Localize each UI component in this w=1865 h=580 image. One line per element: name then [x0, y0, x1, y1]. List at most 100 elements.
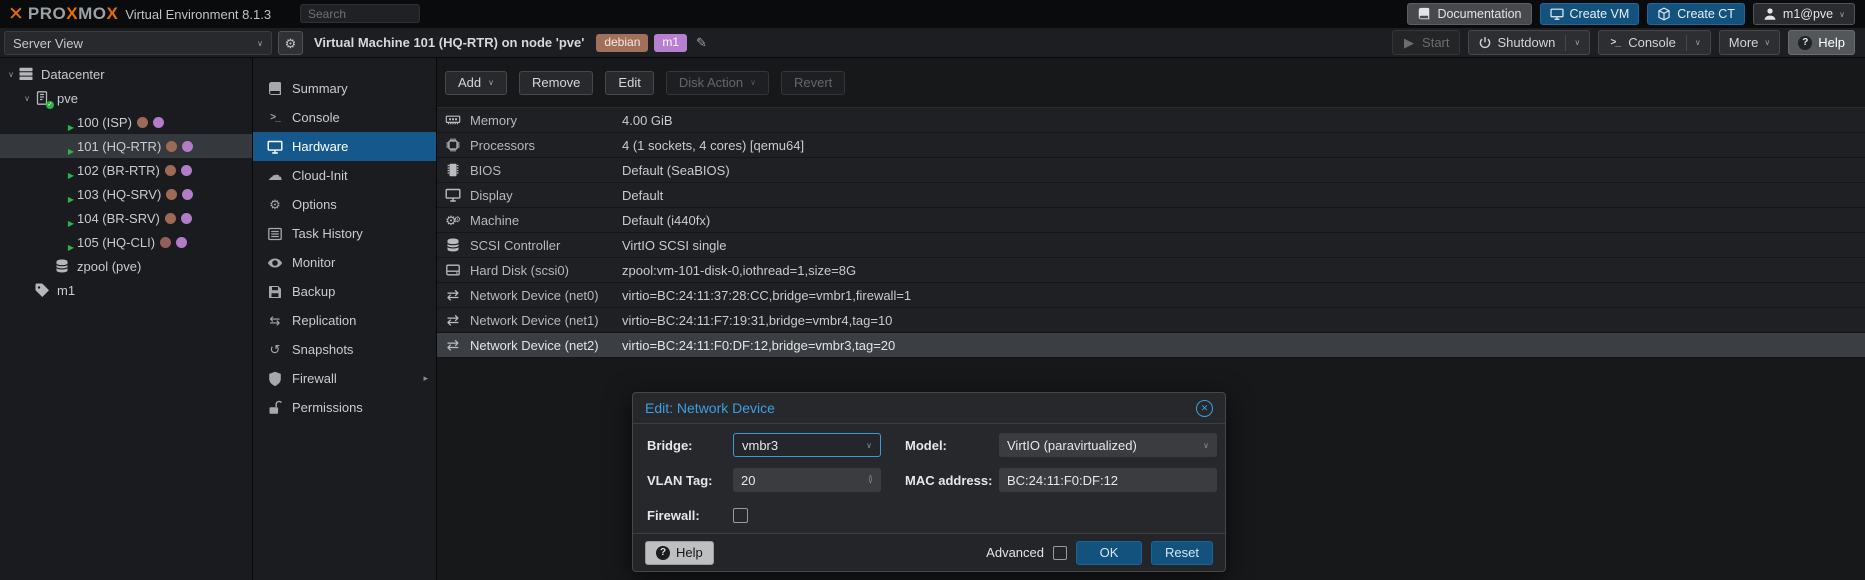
proxmox-app: ✕ PROXMOX Virtual Environment 8.1.3 Docu…	[0, 0, 1865, 580]
edit-tags-pencil-icon[interactable]: ✎	[696, 35, 707, 51]
vlan-tag-label: VLAN Tag:	[647, 473, 733, 488]
hardware-row-label: Processors	[470, 138, 535, 153]
tree-item-m1[interactable]: m1	[0, 278, 252, 302]
hardware-row-scsi-controller[interactable]: SCSI ControllerVirtIO SCSI single	[437, 233, 1865, 258]
vm-icon: ▶	[54, 234, 70, 250]
tree-item-102-br-rtr[interactable]: ▶102 (BR-RTR)	[0, 158, 252, 182]
hardware-row-network-device-net1[interactable]: ⇄Network Device (net1)virtio=BC:24:11:F7…	[437, 308, 1865, 333]
options-icon: ⚙	[267, 197, 283, 213]
menu-item-monitor[interactable]: Monitor	[253, 248, 436, 277]
hardware-row-label: Memory	[470, 113, 517, 128]
search-input[interactable]	[300, 4, 420, 23]
menu-item-cloud-init[interactable]: ☁Cloud-Init	[253, 161, 436, 190]
hardware-row-value: 4 (1 sockets, 4 cores) [qemu64]	[622, 138, 1865, 153]
tree-expander-icon[interactable]: ∨	[4, 70, 18, 79]
tree-item-105-hq-cli[interactable]: ▶ 105 (HQ-CLI)	[0, 230, 252, 254]
menu-item-label: Backup	[292, 284, 335, 299]
toolbar-button-revert[interactable]: Revert	[781, 71, 845, 95]
menu-item-hardware[interactable]: Hardware	[253, 132, 436, 161]
topbar-button-m1-pve[interactable]: m1@pve∨	[1753, 3, 1855, 25]
menu-item-snapshots[interactable]: ↺Snapshots	[253, 335, 436, 364]
reset-button[interactable]: Reset	[1151, 541, 1213, 565]
model-combobox[interactable]: VirtIO (paravirtualized) ∨	[999, 433, 1217, 457]
tree-item-label: 105 (HQ-CLI)	[77, 235, 155, 250]
hardware-row-value: Default	[622, 188, 1865, 203]
menu-item-label: Firewall	[292, 371, 337, 386]
hardware-row-value: virtio=BC:24:11:F7:19:31,bridge=vmbr4,ta…	[622, 313, 1865, 328]
tree-expander-icon[interactable]: ∨	[20, 94, 34, 103]
tag-dot	[182, 141, 193, 152]
hardware-row-network-device-net0[interactable]: ⇄Network Device (net0)virtio=BC:24:11:37…	[437, 283, 1865, 308]
vlan-tag-spinner[interactable]: 20 ∧∨	[733, 468, 881, 492]
firewall-checkbox[interactable]	[733, 508, 748, 523]
tree-settings-button[interactable]: ⚙	[278, 31, 303, 55]
view-selector-dropdown[interactable]: Server View ∨	[4, 31, 272, 55]
action-button-shutdown[interactable]: Shutdown∨	[1468, 30, 1591, 55]
advanced-checkbox[interactable]	[1053, 546, 1067, 560]
mac-address-input[interactable]: BC:24:11:F0:DF:12	[999, 468, 1217, 492]
action-button-start[interactable]: ▶Start	[1392, 30, 1459, 55]
processors-icon	[445, 137, 461, 153]
menu-item-label: Hardware	[292, 139, 348, 154]
tree-item-100-isp[interactable]: ▶100 (ISP)	[0, 110, 252, 134]
tree-item-104-br-srv[interactable]: ▶104 (BR-SRV)	[0, 206, 252, 230]
tree-item-pve[interactable]: ∨✓pve	[0, 86, 252, 110]
hardware-row-value: Default (SeaBIOS)	[622, 163, 1865, 178]
menu-item-label: Console	[292, 110, 340, 125]
menu-item-summary[interactable]: Summary	[253, 74, 436, 103]
hardware-row-hard-disk-scsi0[interactable]: Hard Disk (scsi0)zpool:vm-101-disk-0,iot…	[437, 258, 1865, 283]
hardware-row-memory[interactable]: Memory4.00 GiB	[437, 108, 1865, 133]
version-text: Virtual Environment 8.1.3	[125, 7, 271, 22]
sub-header: Server View ∨ ⚙ Virtual Machine 101 (HQ-…	[0, 28, 1865, 58]
close-icon[interactable]: ✕	[1196, 400, 1213, 417]
tag-dot	[165, 213, 176, 224]
network-device-net0-icon: ⇄	[445, 287, 461, 303]
topbar-button-documentation[interactable]: Documentation	[1407, 3, 1531, 25]
menu-item-replication[interactable]: ⇆Replication	[253, 306, 436, 335]
toolbar-button-add[interactable]: Add∨	[445, 71, 507, 95]
dialog-footer: ? Help Advanced OK Reset	[633, 533, 1225, 571]
menu-item-options[interactable]: ⚙Options	[253, 190, 436, 219]
action-button-help[interactable]: ?Help	[1788, 30, 1855, 55]
hardware-row-label: SCSI Controller	[470, 238, 560, 253]
menu-item-backup[interactable]: Backup	[253, 277, 436, 306]
shutdown-icon	[1478, 36, 1492, 50]
topbar-button-create-ct[interactable]: Create CT	[1647, 3, 1745, 25]
dialog-header: Edit: Network Device ✕	[633, 393, 1225, 424]
cloud-init-icon: ☁	[267, 168, 283, 184]
hardware-row-network-device-net2[interactable]: ⇄Network Device (net2)virtio=BC:24:11:F0…	[437, 333, 1865, 358]
tree-item-datacenter[interactable]: ∨Datacenter	[0, 62, 252, 86]
network-device-net2-icon: ⇄	[445, 337, 461, 353]
hardware-row-label: Network Device (net1)	[470, 313, 599, 328]
hardware-row-processors[interactable]: Processors 4 (1 sockets, 4 cores) [qemu64…	[437, 133, 1865, 158]
hardware-row-display[interactable]: DisplayDefault	[437, 183, 1865, 208]
toolbar-button-disk-action[interactable]: Disk Action∨	[666, 71, 769, 95]
menu-item-permissions[interactable]: Permissions	[253, 393, 436, 422]
hardware-row-machine[interactable]: ⚙⚙MachineDefault (i440fx)	[437, 208, 1865, 233]
hardware-row-label: Hard Disk (scsi0)	[470, 263, 569, 278]
action-button-console[interactable]: >_Console∨	[1598, 30, 1711, 55]
menu-item-firewall[interactable]: Firewall ▸	[253, 364, 436, 393]
spinner-arrows-icon[interactable]: ∧∨	[868, 476, 873, 485]
chevron-down-icon: ∨	[866, 441, 872, 450]
hardware-row-label: Machine	[470, 213, 519, 228]
ok-button[interactable]: OK	[1076, 541, 1142, 565]
bridge-combobox[interactable]: vmbr3 ∨	[733, 433, 881, 457]
help-icon: ?	[1798, 36, 1812, 50]
tree-item-101-hq-rtr[interactable]: ▶101 (HQ-RTR)	[0, 134, 252, 158]
submenu-arrow-icon: ▸	[423, 373, 428, 384]
action-button-more[interactable]: More∨	[1719, 30, 1780, 55]
tree-item-103-hq-srv[interactable]: ▶103 (HQ-SRV)	[0, 182, 252, 206]
menu-item-task-history[interactable]: Task History	[253, 219, 436, 248]
hardware-row-bios[interactable]: BIOSDefault (SeaBIOS)	[437, 158, 1865, 183]
firewall-icon	[267, 371, 283, 387]
menu-item-console[interactable]: >_Console	[253, 103, 436, 132]
menu-item-label: Replication	[292, 313, 356, 328]
vm-icon: ▶	[54, 210, 70, 226]
toolbar-button-edit[interactable]: Edit	[605, 71, 653, 95]
tree-item-label: pve	[57, 91, 78, 106]
topbar-button-create-vm[interactable]: Create VM	[1540, 3, 1640, 25]
tree-item-zpool-pve[interactable]: zpool (pve)	[0, 254, 252, 278]
toolbar-button-remove[interactable]: Remove	[519, 71, 593, 95]
dialog-help-button[interactable]: ? Help	[645, 541, 714, 565]
